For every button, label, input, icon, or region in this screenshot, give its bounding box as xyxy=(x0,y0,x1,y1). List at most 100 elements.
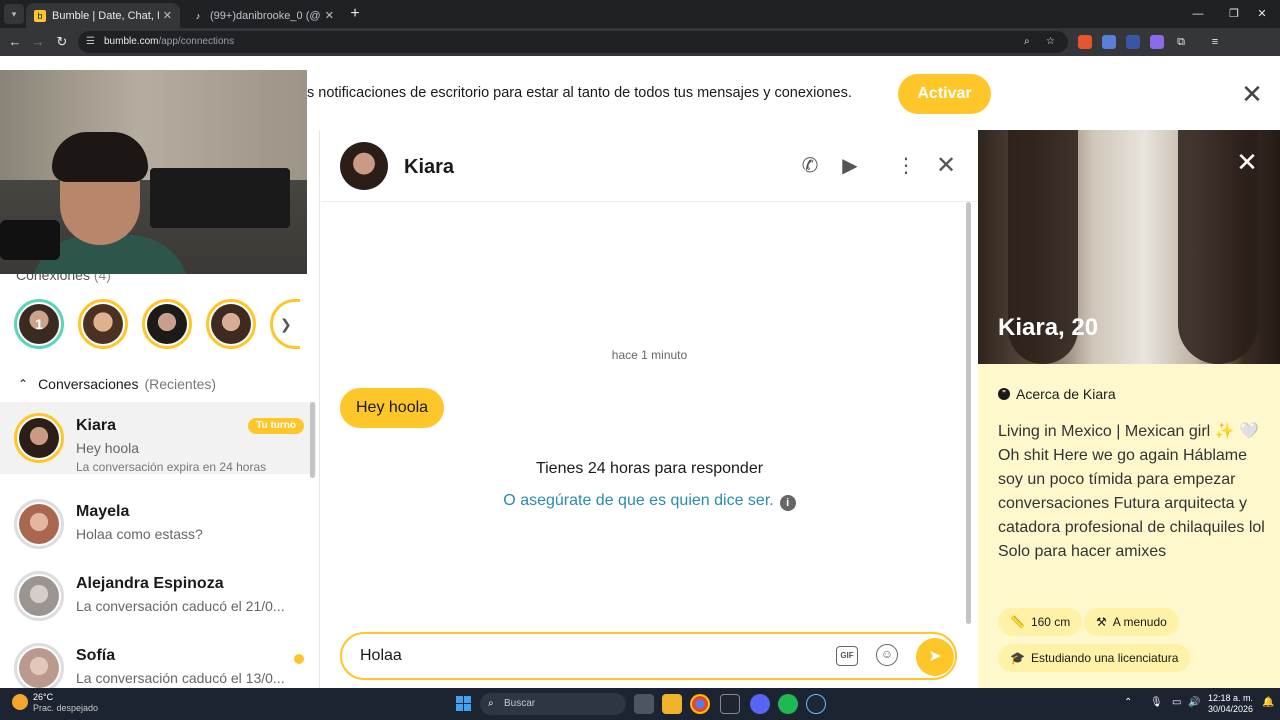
chip-label: 160 cm xyxy=(1030,615,1071,629)
chat-contact-name[interactable]: Kiara xyxy=(404,156,454,179)
microphone-icon[interactable]: 🎙 xyxy=(1150,697,1163,708)
conversation-name: Kiara xyxy=(76,417,117,434)
connections-avatars: 1 xyxy=(14,299,300,349)
connection-avatar[interactable]: 1 xyxy=(14,299,64,349)
search-placeholder: Buscar xyxy=(504,698,536,709)
connection-avatar[interactable] xyxy=(78,299,128,349)
forward-button[interactable]: → xyxy=(28,32,48,52)
verify-link[interactable]: O asegúrate de que es quien dice ser. xyxy=(503,492,773,509)
video-camera-icon[interactable]: ▶ xyxy=(836,152,864,180)
about-title: Acerca de Kiara xyxy=(1016,386,1116,402)
tab-tiktok[interactable]: ♪ (99+)danibrooke_0 (@danibroo ✕ xyxy=(184,3,342,28)
chat-scrollbar[interactable] xyxy=(966,202,971,624)
verify-link-row: O asegúrate de que es quien dice ser. i xyxy=(321,492,978,511)
xbox-icon[interactable] xyxy=(720,694,740,714)
close-chat-icon[interactable]: ✕ xyxy=(932,152,960,180)
extension-4-icon[interactable] xyxy=(1150,35,1164,49)
bumble-favicon-icon: b xyxy=(34,9,46,22)
ruler-icon: 📏 xyxy=(1010,615,1025,629)
extension-3-icon[interactable] xyxy=(1126,35,1140,49)
your-turn-badge: Tu turno xyxy=(248,418,304,434)
system-clock[interactable]: 12:18 a. m. 30/04/2026 xyxy=(1205,693,1253,715)
search-icon: ⌕ xyxy=(488,698,494,709)
banner-close-icon[interactable]: ✕ xyxy=(1240,81,1264,107)
avatar xyxy=(14,413,64,463)
reply-deadline-text: Tienes 24 horas para responder xyxy=(535,460,764,477)
conversation-preview: La conversación caducó el 21/0... xyxy=(76,598,285,614)
minimize-button[interactable]: — xyxy=(1180,0,1216,28)
chevron-right-icon[interactable]: ❯ xyxy=(280,316,292,333)
taskbar-search[interactable]: ⌕ Buscar xyxy=(480,693,626,715)
avatar[interactable] xyxy=(340,142,388,190)
chrome-icon[interactable] xyxy=(690,694,710,714)
tray-overflow-icon[interactable]: ⌃ xyxy=(1124,697,1132,708)
conversation-item-alejandra[interactable]: Alejandra Espinoza La conversación caduc… xyxy=(0,560,316,632)
connection-avatar[interactable] xyxy=(206,299,256,349)
tab-close-icon[interactable]: ✕ xyxy=(325,9,334,22)
avatar xyxy=(14,643,64,688)
conversation-preview: La conversación caducó el 13/0... xyxy=(76,670,285,686)
activate-notifications-button[interactable]: Activar xyxy=(898,74,991,114)
window-close-button[interactable]: ✕ xyxy=(1244,0,1280,28)
education-chip: 🎓 Estudiando una licenciatura xyxy=(998,644,1191,672)
discord-icon[interactable] xyxy=(750,694,770,714)
conversation-preview: Hey hoola xyxy=(76,440,140,456)
site-info-icon[interactable]: ☰ xyxy=(86,31,95,53)
weather-desc: Prac. despejado xyxy=(33,703,99,713)
browser-toolbar: ← → ↻ ☰ bumble.com/app/connections ⌕ ☆ ⧉… xyxy=(0,28,1280,78)
tab-search-button[interactable]: ▾ xyxy=(4,4,24,24)
info-icon[interactable]: i xyxy=(779,495,796,511)
weather-sun-icon xyxy=(12,694,28,710)
quote-icon: " xyxy=(998,388,1010,400)
notifications-icon[interactable]: 🔔 xyxy=(1262,697,1274,708)
connection-avatar[interactable] xyxy=(142,299,192,349)
url-host: bumble.com xyxy=(104,36,159,47)
chat-panel: Kiara ✆ ▶ ⋮ ✕ hace 1 minuto Hey hoola Ti… xyxy=(321,130,978,688)
volume-icon[interactable]: 🔊 xyxy=(1188,697,1200,708)
tiktok-favicon-icon: ♪ xyxy=(195,10,201,21)
bookmark-star-icon[interactable]: ☆ xyxy=(1046,31,1055,53)
back-button[interactable]: ← xyxy=(5,32,25,52)
chip-label: Estudiando una licenciatura xyxy=(1030,651,1179,665)
conversation-name: Alejandra Espinoza xyxy=(76,575,224,592)
windows-taskbar: 26°C Prac. despejado ⌕ Buscar ⌃ 🎙 ▭ 🔊 12… xyxy=(0,688,1280,720)
file-explorer-icon[interactable] xyxy=(662,694,682,714)
message-timestamp: hace 1 minuto xyxy=(611,348,688,362)
extension-1-icon[interactable] xyxy=(1078,35,1092,49)
send-icon[interactable]: ➤ xyxy=(916,638,954,676)
spotify-icon[interactable] xyxy=(778,694,798,714)
task-view-icon[interactable] xyxy=(634,694,654,714)
network-icon[interactable]: ▭ xyxy=(1172,697,1181,708)
chat-header: Kiara ✆ ▶ ⋮ ✕ xyxy=(321,130,978,202)
close-profile-icon[interactable]: ✕ xyxy=(1234,149,1260,176)
conversation-preview: Holaa como estass? xyxy=(76,526,203,542)
zoom-icon[interactable]: ⌕ xyxy=(1024,31,1030,53)
dumbbell-icon: ⚒ xyxy=(1096,615,1107,629)
conversation-name: Mayela xyxy=(76,503,130,520)
phone-icon[interactable]: ✆ xyxy=(796,152,824,180)
message-input[interactable] xyxy=(360,644,810,668)
webcam-overlay xyxy=(0,70,307,274)
start-menu-icon[interactable] xyxy=(456,696,471,711)
reload-button[interactable]: ↻ xyxy=(52,32,72,52)
chevron-up-icon[interactable]: ⌃ xyxy=(18,377,28,391)
steam-icon[interactable] xyxy=(806,694,826,714)
tab-close-icon[interactable]: ✕ xyxy=(163,9,172,22)
conversations-header[interactable]: ⌃ Conversaciones (Recientes) xyxy=(18,376,216,392)
tab-bumble[interactable]: b Bumble | Date, Chat, Meet New ✕ xyxy=(26,3,180,28)
sidebar-scrollbar[interactable] xyxy=(310,402,315,478)
reading-list-icon[interactable]: ≡ xyxy=(1208,35,1222,49)
address-bar[interactable]: ☰ bumble.com/app/connections ⌕ ☆ xyxy=(78,31,1068,53)
conversation-item-sofia[interactable]: Sofía La conversación caducó el 13/0... xyxy=(0,632,316,688)
tab-label: Bumble | Date, Chat, Meet New xyxy=(52,9,159,22)
new-tab-button[interactable]: + xyxy=(346,5,364,23)
gif-button[interactable]: GIF xyxy=(836,646,858,666)
extension-2-icon[interactable] xyxy=(1102,35,1116,49)
conversation-item-kiara[interactable]: Kiara Tu turno Hey hoola La conversación… xyxy=(0,402,316,474)
more-options-icon[interactable]: ⋮ xyxy=(892,152,920,180)
exercise-chip: ⚒ A menudo xyxy=(1084,608,1179,636)
emoji-icon[interactable]: ☺ xyxy=(876,644,898,666)
profile-panel: Kiara, 20 ✕ " Acerca de Kiara Living in … xyxy=(978,130,1280,688)
conversation-item-mayela[interactable]: Mayela Holaa como estass? xyxy=(0,488,316,560)
extensions-puzzle-icon[interactable]: ⧉ xyxy=(1174,35,1188,49)
